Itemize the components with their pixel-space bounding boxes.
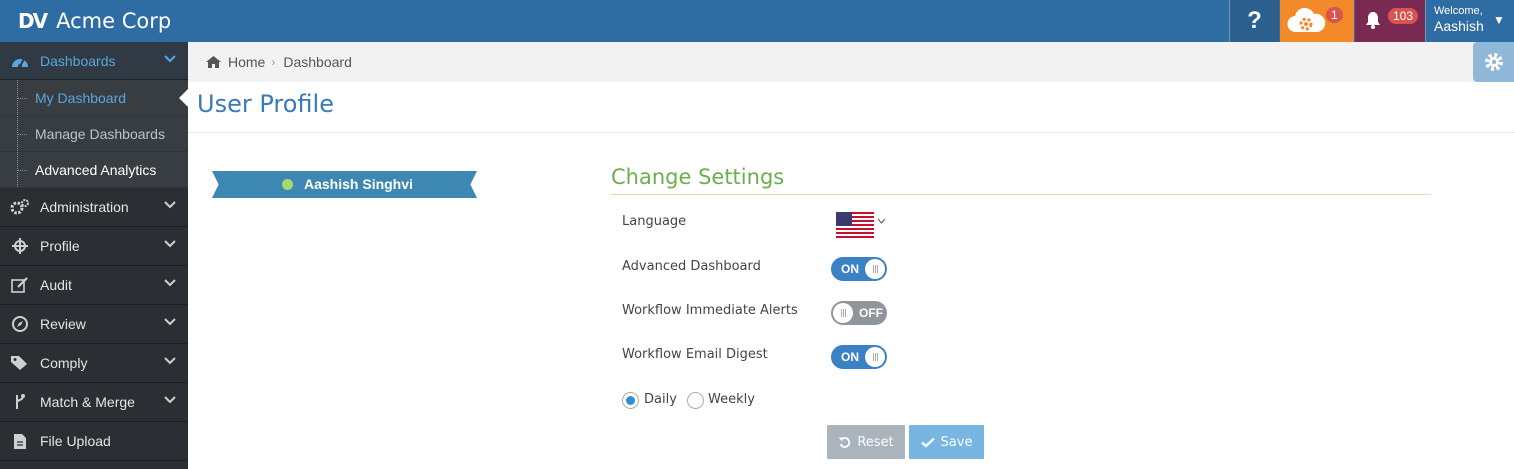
sidebar-subitem-label: My Dashboard [35, 89, 127, 106]
reset-label: Reset [857, 434, 894, 450]
breadcrumb-home[interactable]: Home [228, 54, 265, 70]
reset-button[interactable]: Reset [827, 425, 905, 459]
title-divider [188, 132, 1514, 133]
file-icon [14, 433, 26, 449]
company-name: Acme Corp [56, 9, 172, 33]
digest-weekly-label[interactable]: Weekly [708, 392, 755, 407]
sidebar-item-audit[interactable]: Audit [0, 266, 188, 305]
advanced-dashboard-label: Advanced Dashboard [622, 259, 761, 274]
crosshair-icon [12, 238, 28, 254]
chevron-down-icon [164, 55, 176, 63]
breadcrumb: Home › Dashboard [188, 42, 1514, 82]
chevron-down-icon [164, 357, 176, 365]
sidebar-subitem-my-dashboard[interactable]: My Dashboard [0, 80, 189, 116]
profile-name: Aashish Singhvi [304, 176, 413, 192]
email-digest-label: Workflow Email Digest [622, 347, 768, 362]
settings-divider [611, 194, 1431, 195]
sidebar-item-profile[interactable]: Profile [0, 227, 188, 266]
digest-daily-radio[interactable] [622, 392, 639, 409]
settings-title: Change Settings [611, 165, 785, 189]
sidebar-item-label: Administration [40, 199, 129, 215]
sidebar-item-file-upload[interactable]: File Upload [0, 422, 188, 461]
sidebar-item-label: Audit [40, 277, 72, 293]
notifications-button[interactable]: 103 [1355, 0, 1425, 42]
settings-button[interactable] [1473, 42, 1514, 82]
workflow-alerts-label: Workflow Immediate Alerts [622, 303, 798, 318]
brand-logo: DV [18, 9, 48, 33]
welcome-text: Welcome, [1434, 5, 1483, 17]
sidebar: Dashboards My Dashboard Manage Dashboard… [0, 42, 189, 469]
sidebar-subitem-advanced-analytics[interactable]: Advanced Analytics [0, 152, 188, 188]
page-title: User Profile [197, 90, 334, 118]
sidebar-item-label: Match & Merge [40, 394, 135, 410]
gears-icon [10, 199, 29, 215]
sidebar-item-label: Profile [40, 238, 80, 254]
digest-daily-label[interactable]: Daily [644, 392, 677, 407]
undo-icon [838, 436, 851, 448]
toggle-knob [865, 347, 885, 367]
help-icon: ? [1247, 7, 1262, 34]
sidebar-subitem-label: Advanced Analytics [35, 161, 157, 178]
sidebar-item-match-merge[interactable]: Match & Merge [0, 383, 188, 422]
sidebar-item-label: Review [40, 316, 86, 332]
chevron-down-icon [164, 318, 176, 326]
chevron-down-icon [164, 201, 176, 209]
user-name: Aashish [1434, 18, 1484, 34]
advanced-dashboard-toggle[interactable]: ON [831, 257, 887, 281]
cloud-gear-icon [1287, 7, 1326, 33]
caret-down-icon: ▼ [1493, 13, 1505, 27]
sidebar-item-label: Dashboards [40, 52, 116, 69]
toggle-knob [833, 303, 853, 323]
chevron-down-icon[interactable] [877, 218, 886, 224]
sidebar-item-comply[interactable]: Comply [0, 344, 188, 383]
workflow-alerts-toggle[interactable]: OFF [831, 301, 887, 325]
notifications-badge: 103 [1388, 8, 1419, 24]
sidebar-item-administration[interactable]: Administration [0, 188, 188, 227]
top-bar: DV Acme Corp ? 1 103 Welcome, Aashish ▼ [0, 0, 1514, 42]
user-menu[interactable]: Welcome, Aashish ▼ [1425, 0, 1514, 42]
sidebar-item-review[interactable]: Review [0, 305, 188, 344]
sidebar-item-label: Comply [40, 355, 88, 371]
brand[interactable]: DV Acme Corp [18, 0, 171, 42]
breadcrumb-current: Dashboard [283, 54, 352, 70]
merge-icon [16, 394, 25, 409]
sidebar-item-dashboards[interactable]: Dashboards [0, 42, 188, 80]
toggle-state: ON [841, 350, 859, 364]
online-status-icon [282, 179, 293, 190]
edit-icon [11, 277, 28, 293]
language-label: Language [622, 214, 687, 229]
dashboard-icon [12, 58, 28, 68]
toggle-state: OFF [859, 306, 883, 320]
active-notch [179, 88, 189, 108]
help-button[interactable]: ? [1229, 0, 1279, 42]
gear-icon [1484, 53, 1503, 71]
email-digest-toggle[interactable]: ON [831, 345, 887, 369]
cloud-tasks-button[interactable]: 1 [1280, 0, 1354, 42]
save-label: Save [940, 434, 973, 450]
tags-icon [11, 356, 27, 370]
toggle-knob [865, 259, 885, 279]
breadcrumb-separator-icon: › [271, 55, 276, 69]
check-icon [920, 437, 935, 448]
chevron-down-icon [164, 240, 176, 248]
chevron-down-icon [164, 396, 176, 404]
profile-name-ribbon: Aashish Singhvi [212, 171, 477, 198]
toggle-state: ON [841, 262, 859, 276]
home-icon[interactable] [205, 55, 222, 69]
digest-weekly-radio[interactable] [687, 392, 704, 409]
sidebar-subitem-label: Manage Dashboards [35, 125, 165, 142]
sidebar-subitem-manage-dashboards[interactable]: Manage Dashboards [0, 116, 188, 152]
save-button[interactable]: Save [909, 425, 984, 459]
bell-icon [1366, 12, 1380, 29]
us-flag-icon[interactable] [836, 212, 874, 238]
sidebar-item-label: File Upload [40, 433, 111, 449]
cloud-badge: 1 [1326, 7, 1343, 23]
compass-icon [12, 316, 28, 332]
chevron-down-icon [164, 279, 176, 287]
